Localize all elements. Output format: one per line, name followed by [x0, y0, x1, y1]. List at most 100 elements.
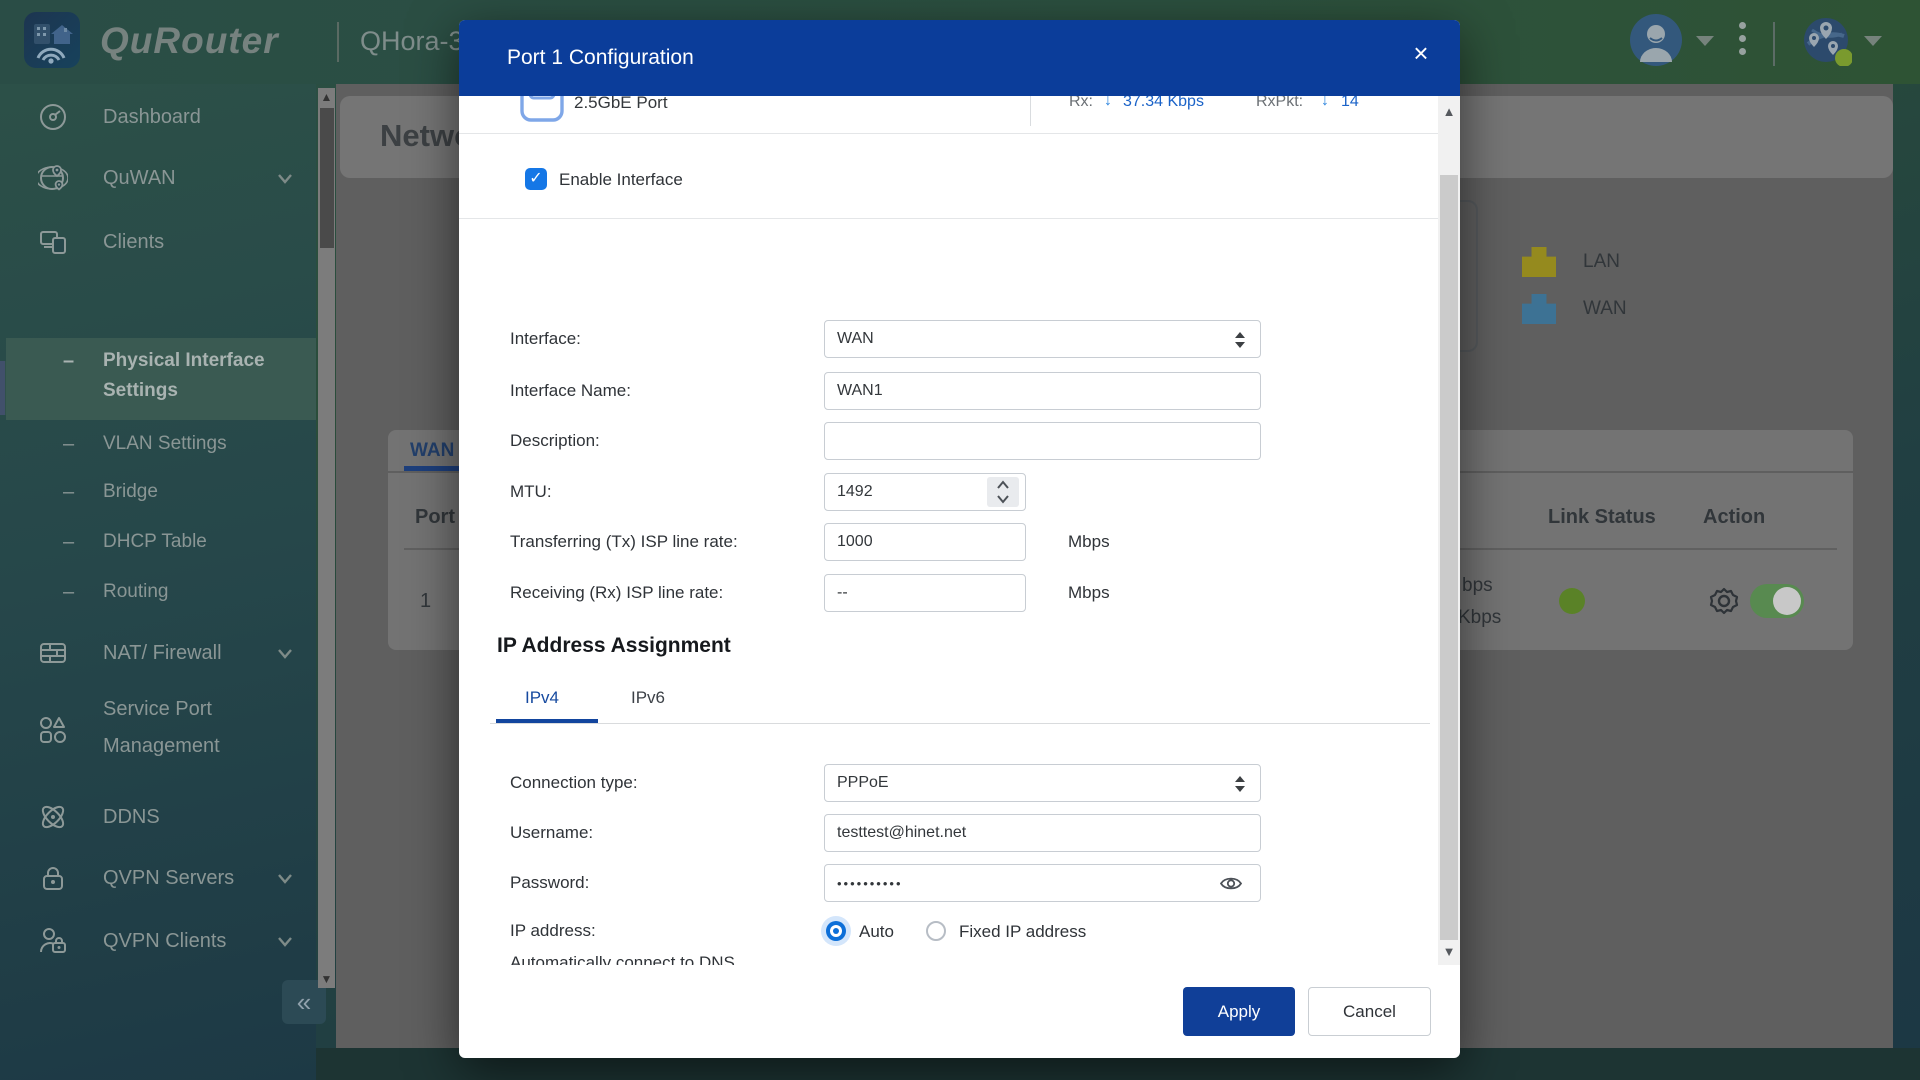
brand-text: QuRouter — [100, 20, 279, 61]
col-header-action: Action — [1703, 506, 1766, 528]
quwan-globe-button[interactable] — [1800, 14, 1853, 67]
ddns-icon — [41, 805, 65, 829]
sidebar-item-qvpn-clients[interactable]: QVPN Clients — [0, 913, 316, 969]
sidebar-item-service-port-management[interactable]: Service Port Management — [0, 689, 316, 771]
section-title: IP Address Assignment — [497, 634, 731, 657]
dialog-scroll-down-icon[interactable]: ▼ — [1438, 942, 1460, 962]
row-port-cell: 1 — [420, 590, 432, 612]
dialog-scrollbar[interactable]: ▲ ▼ — [1438, 96, 1460, 965]
description-label: Description: — [510, 431, 600, 450]
port-settings-gear-icon[interactable] — [1707, 584, 1741, 618]
quwan-menu-chevron-icon[interactable] — [1862, 34, 1884, 48]
select-caret-icon — [1235, 332, 1245, 348]
rx-rate-label: Receiving (Rx) ISP line rate: — [510, 583, 724, 602]
connection-type-value: PPPoE — [837, 774, 889, 791]
rxpkt-down-arrow-icon: ↓ — [1321, 96, 1329, 109]
password-visibility-eye-icon[interactable] — [1219, 875, 1243, 892]
sidebar-item-routing[interactable]: – Routing — [0, 564, 316, 620]
ip-fixed-radio[interactable] — [926, 921, 946, 941]
tab-ipv4[interactable]: IPv4 — [525, 688, 559, 708]
connection-type-select[interactable]: PPPoE — [824, 764, 1261, 802]
col-header-link-status: Link Status — [1548, 506, 1656, 528]
clients-icon — [40, 231, 66, 254]
close-icon[interactable]: × — [1406, 38, 1436, 68]
scroll-up-arrow-icon[interactable]: ▲ — [318, 90, 335, 104]
sidebar-item-physical-interface-settings[interactable]: – Physical Interface Settings — [6, 338, 316, 420]
user-lock-icon — [40, 928, 66, 953]
ip-address-label: IP address: — [510, 921, 596, 940]
more-menu-kebab-icon[interactable] — [1735, 22, 1749, 62]
sidebar-item-nat-firewall[interactable]: NAT/ Firewall — [0, 625, 316, 681]
port-enable-toggle[interactable] — [1750, 584, 1804, 618]
enable-interface-checkbox[interactable]: ✓ — [525, 168, 547, 190]
rx-value: 37.34 Kbps — [1123, 96, 1204, 110]
legend-lan-label: LAN — [1583, 251, 1620, 272]
row-rate-rx-fragment: Kbps — [1458, 607, 1502, 628]
tx-rate-input[interactable] — [824, 523, 1026, 561]
quwan-globe-icon — [1804, 18, 1853, 67]
sidebar-item-bridge[interactable]: – Bridge — [0, 464, 316, 520]
interface-select[interactable]: WAN — [824, 320, 1261, 358]
ip-auto-label: Auto — [859, 922, 894, 941]
dialog-scroll-up-icon[interactable]: ▲ — [1438, 102, 1460, 122]
ip-fixed-label: Fixed IP address — [959, 922, 1087, 941]
port-row-divider — [1030, 96, 1031, 126]
interface-value: WAN — [837, 330, 874, 347]
username-input[interactable] — [824, 814, 1261, 852]
dialog-body: 2.5GbE Port Rx: ↓ 37.34 Kbps RxPkt: ↓ 14… — [459, 96, 1460, 965]
tab-ipv6[interactable]: IPv6 — [631, 688, 665, 708]
sidebar-item-ddns[interactable]: DDNS — [0, 789, 316, 845]
topbar-divider-2 — [1773, 22, 1775, 66]
ethernet-port-icon — [520, 96, 564, 122]
sidebar-item-quwan[interactable]: QuWAN — [0, 150, 316, 206]
mtu-label: MTU: — [510, 482, 552, 501]
port-name: 2.5GbE Port — [574, 96, 668, 112]
qurouter-logo-icon[interactable] — [24, 12, 80, 68]
mtu-stepper[interactable] — [987, 477, 1019, 507]
user-menu-chevron-icon[interactable] — [1694, 34, 1716, 48]
tx-rate-unit: Mbps — [1068, 532, 1110, 551]
chevron-down-icon — [278, 874, 292, 884]
chevron-down-icon — [278, 174, 292, 184]
scroll-down-arrow-icon[interactable]: ▼ — [318, 972, 335, 986]
row-rate-tx-fragment: bps — [1462, 575, 1493, 596]
rx-rate-unit: Mbps — [1068, 583, 1110, 602]
col-header-port: Port — [415, 506, 455, 528]
link-status-dot — [1559, 588, 1585, 614]
sidebar-item-dhcp-table[interactable]: – DHCP Table — [0, 514, 316, 570]
cancel-button[interactable]: Cancel — [1308, 987, 1431, 1036]
user-avatar[interactable] — [1630, 14, 1682, 66]
password-input[interactable] — [824, 864, 1261, 902]
quwan-icon — [38, 165, 68, 191]
device-name: QHora-3 — [360, 26, 464, 56]
rx-rate-input[interactable] — [824, 574, 1026, 612]
tx-rate-label: Transferring (Tx) ISP line rate: — [510, 532, 738, 551]
connection-type-label: Connection type: — [510, 773, 638, 792]
ip-auto-radio[interactable] — [826, 921, 846, 941]
sidebar-item-dashboard[interactable]: Dashboard — [0, 89, 316, 145]
page-scrollbar-thumb[interactable] — [319, 108, 334, 248]
dialog-title: Port 1 Configuration — [507, 46, 694, 69]
lock-icon — [43, 867, 63, 890]
rxpkt-label: RxPkt: — [1256, 96, 1304, 110]
rx-label: Rx: — [1069, 96, 1093, 110]
user-icon — [1640, 25, 1672, 62]
interface-name-label: Interface Name: — [510, 381, 631, 400]
service-port-icon — [40, 717, 66, 743]
port-configuration-dialog: Port 1 Configuration × 2.5GbE Port Rx: ↓… — [459, 20, 1460, 1058]
dialog-scrollbar-thumb[interactable] — [1440, 175, 1458, 940]
apply-button[interactable]: Apply — [1183, 987, 1295, 1036]
interface-name-input[interactable] — [824, 372, 1261, 410]
sidebar-item-clients[interactable]: Clients — [0, 214, 316, 270]
select-caret-icon — [1235, 776, 1245, 792]
stepper-arrows-icon — [997, 480, 1009, 504]
tabs-divider-line — [490, 723, 1430, 724]
tab-wan[interactable]: WAN — [410, 440, 454, 462]
description-input[interactable] — [824, 422, 1261, 460]
page-scrollbar[interactable]: ▲ ▼ — [318, 88, 335, 988]
dialog-header: Port 1 Configuration × — [459, 20, 1460, 96]
sidebar: Dashboard QuWAN Clients – Physical Inter… — [0, 84, 326, 1080]
dashboard-icon — [40, 104, 66, 130]
sidebar-item-qvpn-servers[interactable]: QVPN Servers — [0, 850, 316, 906]
dns-label-line1: Automatically connect to DNS — [510, 953, 735, 965]
